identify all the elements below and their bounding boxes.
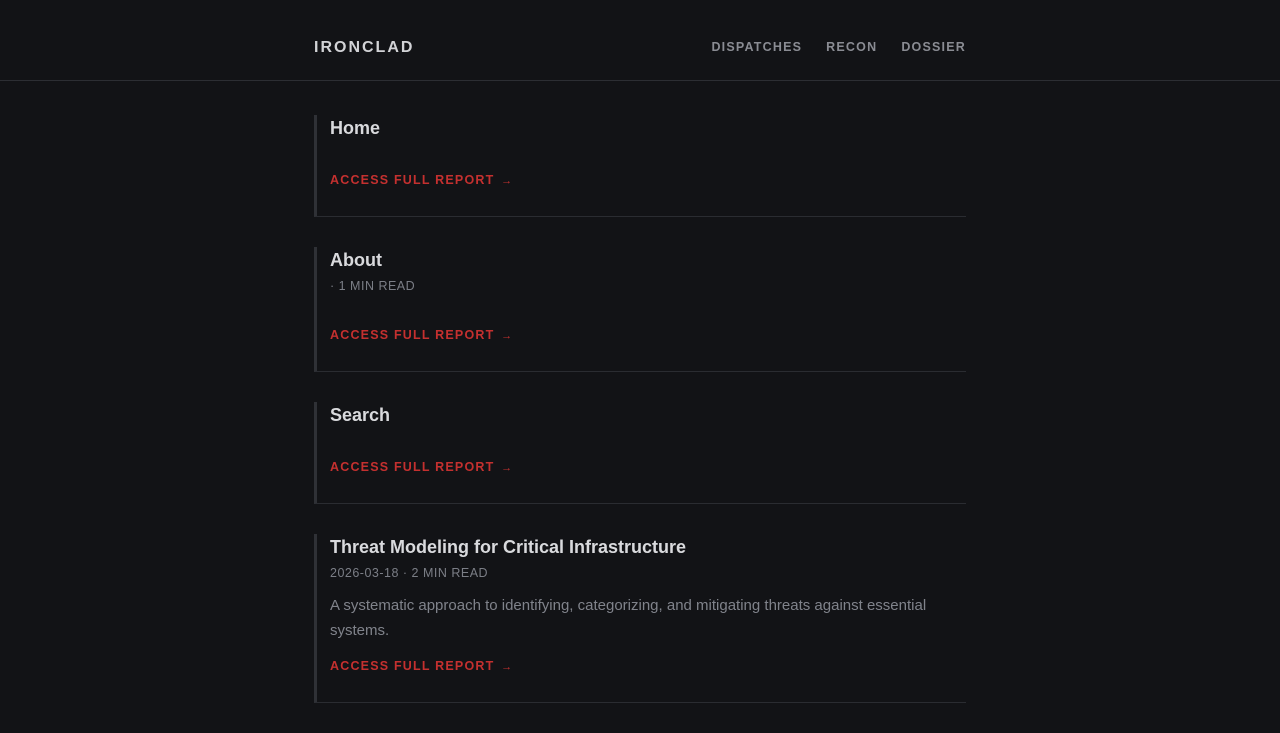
nav-dossier[interactable]: DOSSIER (901, 40, 966, 54)
post-title[interactable]: About (330, 247, 966, 272)
access-report-link[interactable]: ACCESS FULL REPORT → (330, 458, 513, 477)
link-label: ACCESS FULL REPORT (330, 328, 495, 342)
site-logo[interactable]: IRONCLAD (314, 39, 414, 57)
arrow-right-icon: → (501, 330, 514, 342)
access-report-link[interactable]: ACCESS FULL REPORT → (330, 657, 513, 676)
link-label: ACCESS FULL REPORT (330, 460, 495, 474)
nav-dispatches[interactable]: DISPATCHES (711, 40, 802, 54)
post-list: Home ACCESS FULL REPORT → About · 1 MIN … (314, 115, 966, 733)
post-card-home: Home ACCESS FULL REPORT → (314, 115, 966, 217)
post-card-threat-modeling: Threat Modeling for Critical Infrastruct… (314, 534, 966, 703)
link-label: ACCESS FULL REPORT (330, 173, 495, 187)
post-title[interactable]: Search (330, 402, 966, 427)
arrow-right-icon: → (501, 661, 514, 673)
nav-recon[interactable]: RECON (826, 40, 877, 54)
site-header: IRONCLAD DISPATCHES RECON DOSSIER (0, 0, 1280, 81)
post-card-search: Search ACCESS FULL REPORT → (314, 402, 966, 504)
post-meta: · 1 MIN READ (330, 279, 416, 293)
access-report-link[interactable]: ACCESS FULL REPORT → (330, 171, 513, 190)
access-report-link[interactable]: ACCESS FULL REPORT → (330, 326, 513, 345)
main-nav: DISPATCHES RECON DOSSIER (711, 40, 966, 54)
arrow-right-icon: → (501, 462, 514, 474)
post-title[interactable]: Threat Modeling for Critical Infrastruct… (330, 534, 966, 559)
post-meta: 2026-03-18 · 2 MIN READ (330, 566, 489, 580)
post-title[interactable]: Home (330, 115, 966, 140)
post-summary: A systematic approach to identifying, ca… (330, 597, 927, 639)
post-card-about: About · 1 MIN READ ACCESS FULL REPORT → (314, 247, 966, 372)
link-label: ACCESS FULL REPORT (330, 659, 495, 673)
arrow-right-icon: → (501, 175, 514, 187)
